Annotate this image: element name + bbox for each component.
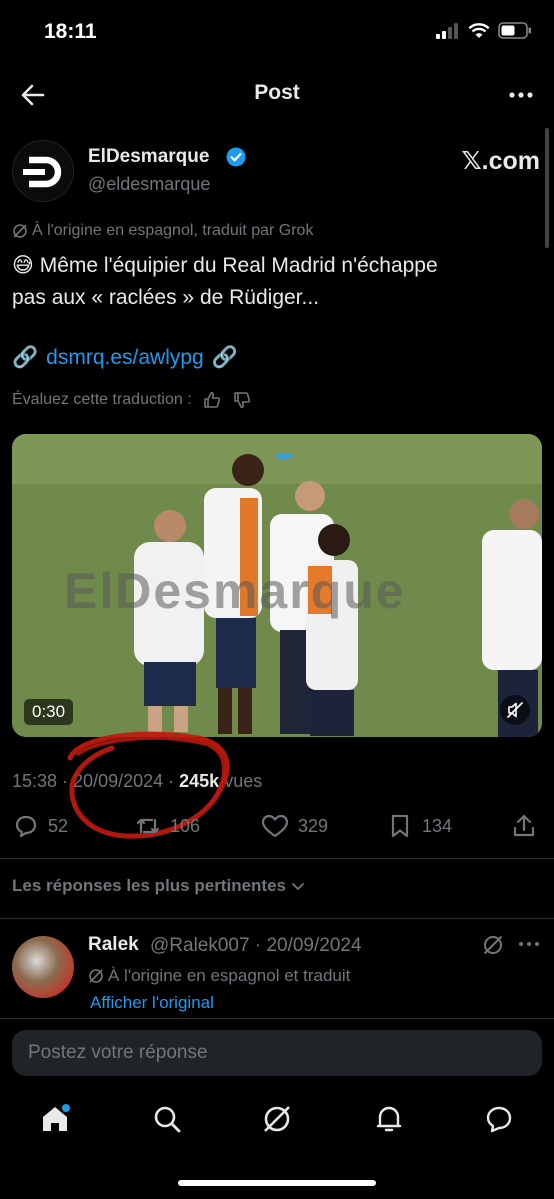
battery-icon: [498, 22, 531, 39]
xcom-link[interactable]: 𝕏.com: [462, 146, 541, 176]
post-link-row: 🔗 dsmrq.es/awlypg 🔗: [12, 346, 238, 370]
eldesmarque-logo-icon: [23, 156, 62, 188]
mute-button[interactable]: [500, 695, 530, 725]
grok-tab-icon[interactable]: [260, 1102, 294, 1136]
post-header: ElDesmarque @eldesmarque 𝕏.com: [12, 140, 542, 204]
thumbs-up-icon[interactable]: [202, 390, 222, 410]
show-original-link[interactable]: Afficher l'original: [90, 993, 214, 1013]
grok-icon: [89, 969, 103, 983]
status-icons: [436, 22, 532, 39]
bookmark-icon: [391, 814, 409, 838]
verified-badge-icon: [226, 147, 246, 167]
search-icon[interactable]: [150, 1102, 184, 1136]
divider: [0, 1018, 554, 1019]
rate-translation-row: Évaluez cette traduction :: [12, 390, 252, 410]
chevron-down-icon: [292, 883, 304, 890]
author-name[interactable]: ElDesmarque: [88, 146, 209, 168]
grok-icon: [13, 224, 27, 238]
heart-icon: [261, 814, 289, 838]
repost-count: 106: [170, 815, 201, 836]
video-watermark: ElDesmarque: [64, 563, 406, 619]
post-text: 😅 Même l'équipier du Real Madrid n'échap…: [12, 250, 532, 314]
video-duration: 0:30: [24, 699, 74, 725]
post-text-line-1: 😅 Même l'équipier du Real Madrid n'échap…: [12, 254, 438, 277]
reply-translation-note: À l'origine en espagnol et traduit: [88, 966, 350, 986]
divider: [0, 918, 554, 919]
nav-bar: Post: [0, 66, 554, 122]
post-time: 15:38: [12, 771, 58, 791]
translation-note-text: À l'origine en espagnol, traduit par Gro…: [32, 222, 314, 239]
link-emoji: 🔗: [211, 346, 238, 369]
post-text-line-2: pas aux « raclées » de Rüdiger...: [12, 286, 320, 309]
repost-icon: [136, 818, 160, 834]
reply-author-name[interactable]: Ralek: [88, 934, 139, 956]
reply-button[interactable]: 52: [12, 812, 68, 840]
rate-translation-label: Évaluez cette traduction :: [12, 391, 192, 408]
more-options-icon[interactable]: [518, 938, 540, 950]
repost-button[interactable]: 106: [134, 812, 200, 840]
post-actions: 52 106 329 134: [12, 812, 542, 848]
signal-icon: [436, 22, 458, 39]
reply-count: 52: [48, 815, 69, 836]
messages-icon[interactable]: [482, 1102, 516, 1136]
scrollbar[interactable]: [545, 128, 549, 248]
speaker-muted-icon: [507, 702, 523, 718]
like-button[interactable]: 329: [260, 812, 328, 840]
wifi-icon: [468, 22, 490, 38]
reply-item[interactable]: Ralek @Ralek007 · 20/09/2024 À l'origine…: [12, 932, 542, 1018]
home-icon[interactable]: [38, 1102, 72, 1136]
status-bar: 18:11: [0, 0, 554, 66]
reply-input[interactable]: [12, 1030, 542, 1076]
comment-icon: [15, 815, 37, 838]
bottom-tab-bar: [0, 1092, 554, 1152]
grok-icon[interactable]: [482, 934, 504, 956]
replies-sort-label: Les réponses les plus pertinentes: [12, 876, 286, 895]
video-player[interactable]: ElDesmarque 0:30: [12, 434, 542, 737]
reply-handle-date: @Ralek007 · 20/09/2024: [150, 935, 362, 956]
thumbs-down-icon[interactable]: [232, 390, 252, 410]
share-button[interactable]: [510, 812, 538, 840]
more-options-icon[interactable]: [506, 80, 536, 110]
reply-avatar[interactable]: [12, 936, 74, 998]
author-avatar[interactable]: [12, 140, 74, 202]
like-count: 329: [298, 815, 329, 836]
bookmark-button[interactable]: 134: [386, 812, 452, 840]
divider: [0, 858, 554, 859]
notifications-icon[interactable]: [372, 1102, 406, 1136]
home-indicator[interactable]: [178, 1180, 376, 1186]
page-title: Post: [254, 81, 300, 104]
reply-composer: [12, 1030, 542, 1076]
sweat-smile-emoji: 😅: [12, 254, 34, 277]
status-time: 18:11: [44, 20, 97, 43]
reply-translation-text: À l'origine en espagnol et traduit: [108, 966, 351, 985]
translation-note: À l'origine en espagnol, traduit par Gro…: [12, 222, 313, 240]
replies-sort-dropdown[interactable]: Les réponses les plus pertinentes: [12, 876, 306, 896]
link-emoji: 🔗: [12, 346, 39, 369]
author-handle[interactable]: @eldesmarque: [88, 174, 210, 195]
share-icon: [513, 814, 535, 837]
post-link[interactable]: dsmrq.es/awlypg: [46, 346, 204, 370]
bookmark-count: 134: [422, 815, 453, 836]
